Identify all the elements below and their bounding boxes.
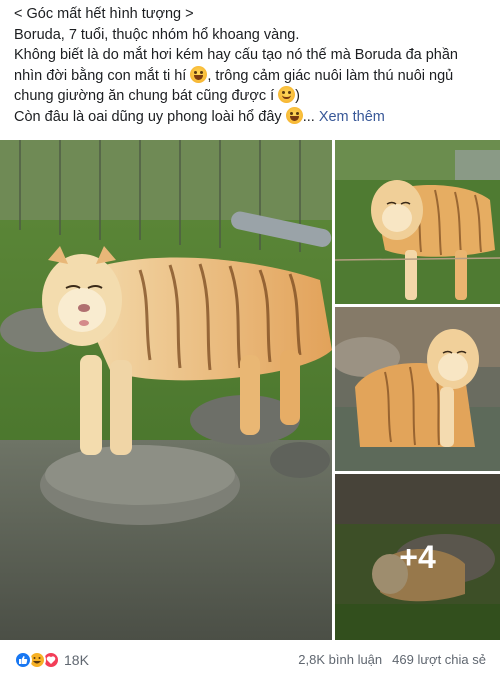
post-line-5: chung giường ăn chung bát cũng được í ) [14,86,492,107]
laughing-emoji-icon [285,106,303,124]
reaction-count: 18K [64,652,89,668]
post-line-intro: Boruda, 7 tuổi, thuộc nhóm hổ khoang vàn… [14,26,300,43]
grinning-emoji-icon [190,65,208,83]
post-line-4b: , trông cảm giác nuôi làm thú nuôi ngủ [207,67,454,84]
more-photos-count: +4 [335,474,500,640]
photo-more-overlay[interactable]: +4 [335,474,500,640]
post-line-4: nhìn đời bằng con mắt ti hí , trông cảm … [14,65,492,87]
photo-gallery: +4 [0,140,500,640]
photo-tiger-in-water[interactable] [335,307,500,471]
post-body: < Góc mất hết hình tượng > Boruda, 7 tuổ… [14,4,492,127]
smiling-emoji-icon [278,86,296,103]
post-stats: 2,8K bình luận 469 lượt chia sẻ [298,652,486,667]
see-more-link[interactable]: Xem thêm [319,109,385,125]
like-icon [14,651,32,669]
comments-count-link[interactable]: 2,8K bình luận [298,652,382,667]
post-line-6a: Còn đâu là oai dũng uy phong loài hổ đây [14,108,282,125]
post-footer: 18K 2,8K bình luận 469 lượt chia sẻ [0,644,500,676]
shares-count-link[interactable]: 469 lượt chia sẻ [392,652,486,667]
post-line-6: Còn đâu là oai dũng uy phong loài hổ đây… [14,106,492,128]
photo-tiger-on-grass[interactable] [335,140,500,304]
post-line-4a: nhìn đời bằng con mắt ti hí [14,67,187,84]
reactions-summary[interactable]: 18K [14,650,89,670]
post-line-5a: chung giường ăn chung bát cũng được í [14,88,275,104]
photo-main-tiger-on-rock[interactable] [0,140,332,640]
post-line-title: < Góc mất hết hình tượng > [14,6,194,22]
ellipsis: ... [302,108,315,125]
post-line-3: Không biết là do mắt hơi kém hay cấu tạo… [14,47,458,63]
post-line-5b: ) [295,88,301,104]
